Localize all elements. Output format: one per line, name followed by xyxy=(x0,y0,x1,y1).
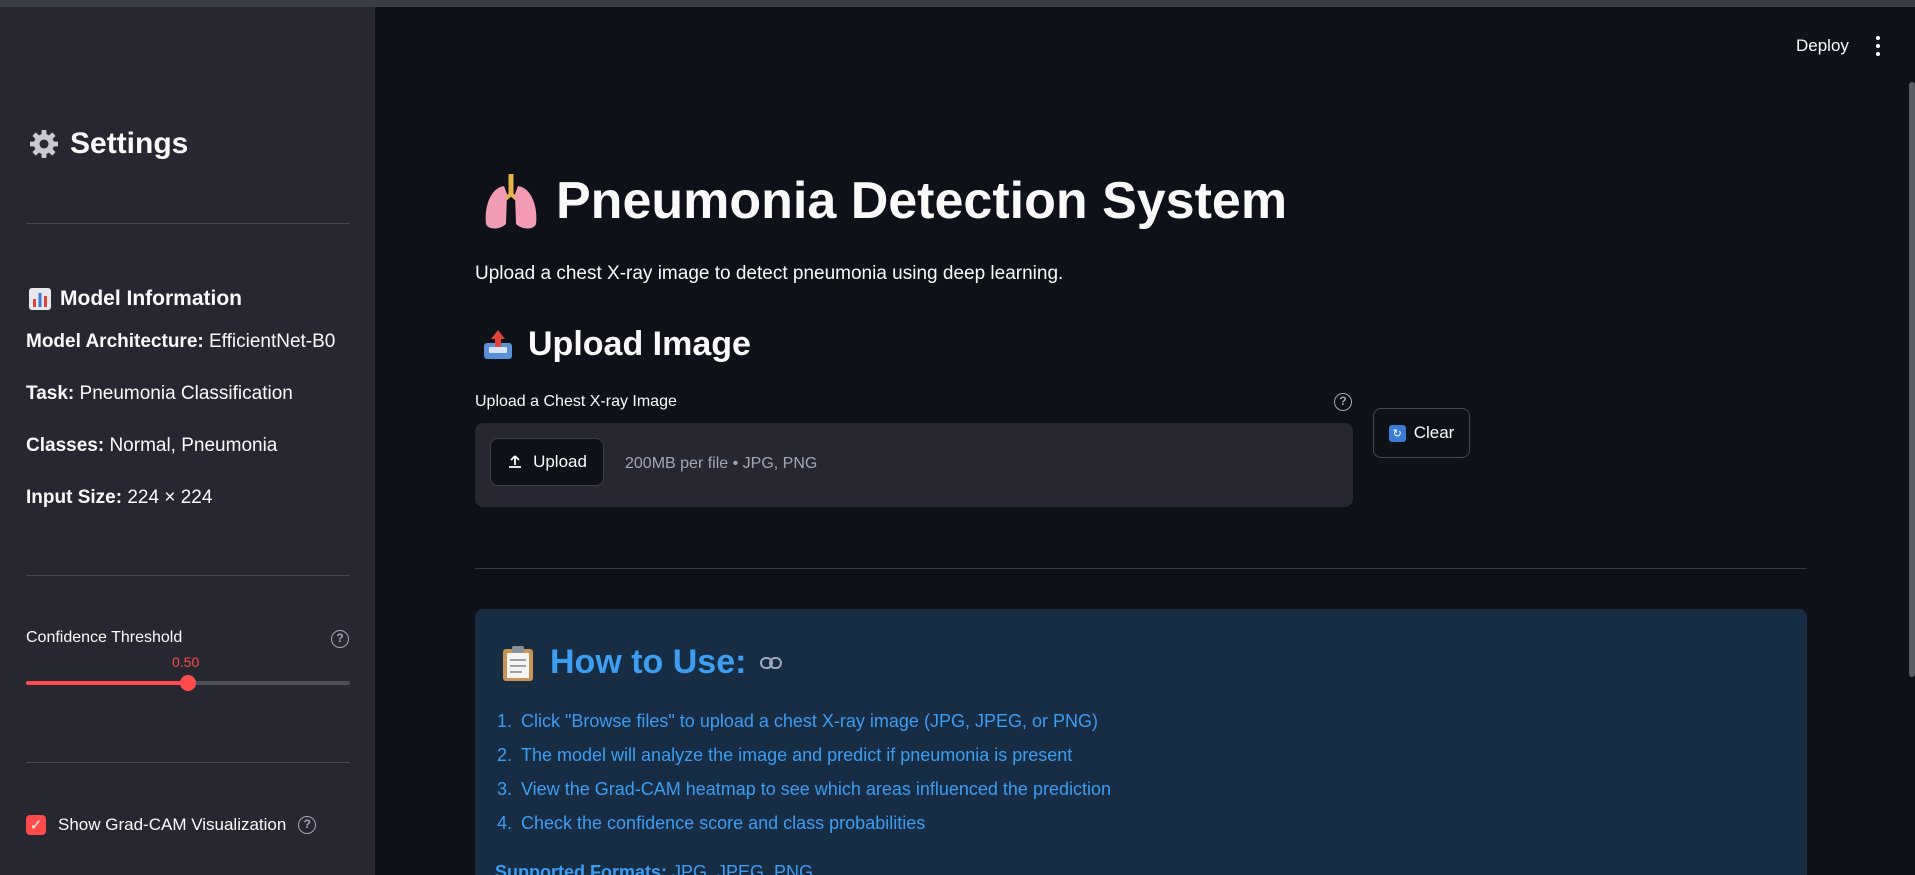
inbox-tray-icon xyxy=(484,329,512,359)
upload-button[interactable]: Upload xyxy=(490,438,604,486)
confidence-slider[interactable] xyxy=(26,675,350,691)
upload-heading-text: Upload Image xyxy=(528,325,751,363)
help-icon[interactable]: ? xyxy=(331,630,349,648)
info-architecture-value: EfficientNet-B0 xyxy=(209,331,336,352)
refresh-icon: ↻ xyxy=(1388,424,1406,442)
list-item-number: 2. xyxy=(497,745,513,765)
sidebar-divider xyxy=(26,762,350,763)
slider-label: Confidence Threshold xyxy=(26,629,183,646)
dropzone-hint: 200MB per file • JPG, PNG xyxy=(625,455,818,472)
lungs-icon xyxy=(485,174,537,229)
how-to-heading: How to Use: xyxy=(500,643,783,682)
more-menu-icon[interactable] xyxy=(1874,36,1882,56)
supported-formats-value: JPG, JPEG, PNG xyxy=(672,862,814,875)
info-architecture-label: Model Architecture: xyxy=(26,331,204,352)
gradcam-checkbox-row[interactable]: ✓ Show Grad-CAM Visualization ? xyxy=(26,815,317,835)
clear-button[interactable]: ↻ Clear xyxy=(1373,408,1470,458)
info-task-value: Pneumonia Classification xyxy=(79,383,293,404)
sidebar-divider xyxy=(26,575,350,576)
gear-icon xyxy=(30,130,58,158)
info-input-size-value: 224 × 224 xyxy=(127,487,213,508)
page-title-text: Pneumonia Detection System xyxy=(556,172,1288,230)
list-item-text: Click "Browse files" to upload a chest X… xyxy=(521,711,1098,731)
link-icon[interactable] xyxy=(760,656,783,670)
upload-icon xyxy=(509,455,522,468)
slider-value: 0.50 xyxy=(172,654,200,670)
help-icon[interactable]: ? xyxy=(1334,393,1352,411)
how-to-heading-text: How to Use: xyxy=(550,643,747,681)
info-task-label: Task: xyxy=(26,383,75,404)
clear-button-label: Clear xyxy=(1413,423,1455,442)
list-item-text: View the Grad-CAM heatmap to see which a… xyxy=(521,779,1111,799)
main-divider xyxy=(475,568,1807,569)
info-classes-value: Normal, Pneumonia xyxy=(109,435,278,456)
browser-top-border xyxy=(0,0,1915,7)
list-item-text: Check the confidence score and class pro… xyxy=(521,813,926,833)
info-task: Task: Pneumonia Classification xyxy=(26,383,293,405)
sidebar-title-text: Settings xyxy=(70,127,189,160)
scrollbar[interactable] xyxy=(1909,82,1915,677)
help-icon[interactable]: ? xyxy=(298,816,317,834)
clipboard-icon xyxy=(503,645,533,681)
list-item-number: 4. xyxy=(497,813,513,833)
sidebar-title: Settings xyxy=(28,127,188,161)
gradcam-checkbox[interactable]: ✓ xyxy=(26,815,46,835)
bar-chart-icon xyxy=(29,288,51,310)
model-info-heading: Model Information xyxy=(28,287,242,311)
list-item-number: 1. xyxy=(497,711,513,731)
sidebar-divider xyxy=(26,223,350,224)
slider-fill xyxy=(26,681,188,685)
uploader-label: Upload a Chest X-ray Image xyxy=(475,393,677,410)
slider-thumb[interactable] xyxy=(180,675,196,691)
list-item-number: 3. xyxy=(497,779,513,799)
list-item: 1. Click "Browse files" to upload a ches… xyxy=(497,711,1111,745)
info-classes: Classes: Normal, Pneumonia xyxy=(26,435,277,457)
list-item: 3. View the Grad-CAM heatmap to see whic… xyxy=(497,779,1111,813)
info-architecture: Model Architecture: EfficientNet-B0 xyxy=(26,331,335,353)
supported-formats-label: Supported Formats: xyxy=(495,862,668,875)
list-item: 2. The model will analyze the image and … xyxy=(497,745,1111,779)
upload-button-label: Upload xyxy=(533,452,587,471)
how-to-info-box: How to Use: 1. Click "Browse files" to u… xyxy=(475,609,1807,875)
upload-heading: Upload Image xyxy=(480,325,751,364)
model-info-heading-text: Model Information xyxy=(60,287,242,310)
how-to-steps: 1. Click "Browse files" to upload a ches… xyxy=(497,711,1111,847)
file-dropzone[interactable]: Upload 200MB per file • JPG, PNG xyxy=(475,423,1353,507)
info-input-size-label: Input Size: xyxy=(26,487,123,508)
page-subtitle: Upload a chest X-ray image to detect pne… xyxy=(475,263,1064,284)
list-item-text: The model will analyze the image and pre… xyxy=(521,745,1073,765)
info-input-size: Input Size: 224 × 224 xyxy=(26,487,212,509)
gradcam-checkbox-label: Show Grad-CAM Visualization xyxy=(58,815,287,834)
supported-formats: Supported Formats: JPG, JPEG, PNG xyxy=(495,862,813,875)
list-item: 4. Check the confidence score and class … xyxy=(497,813,1111,847)
deploy-button[interactable]: Deploy xyxy=(1796,36,1849,56)
page-title: Pneumonia Detection System xyxy=(480,170,1287,232)
sidebar: Settings Model Information Model Archite… xyxy=(0,7,375,875)
info-classes-label: Classes: xyxy=(26,435,105,456)
